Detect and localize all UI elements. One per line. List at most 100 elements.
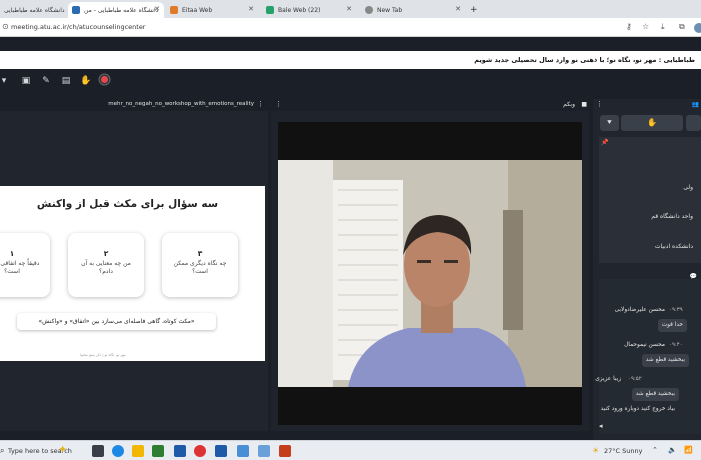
download-icon[interactable]: ⤓	[661, 22, 665, 32]
task-view-icon[interactable]	[92, 445, 104, 457]
browser-tab-4[interactable]: Bale Web (22) ✕	[262, 2, 356, 18]
card-number: ۲	[103, 249, 109, 258]
list-item: واحد دانشگاه قم	[651, 213, 693, 220]
card-number: ۳	[197, 249, 203, 258]
banner-text: طباطبایی : مهر نو، نگاه نو؛ با ذهنی نو و…	[474, 56, 695, 64]
app-header	[0, 37, 701, 51]
app-icon[interactable]	[237, 445, 249, 457]
browser-tab-2[interactable]: دانشگاه علامه طباطبایی - من ✕	[68, 2, 164, 18]
network-icon[interactable]: 📶	[684, 446, 693, 454]
message-sender: زیبا عزیزی	[595, 376, 621, 382]
tab-label: New Tab	[377, 6, 403, 14]
extensions-icon[interactable]: ⧉	[679, 22, 685, 32]
pin-icon[interactable]: 📌	[601, 139, 608, 146]
slide-card-1: ۱ دقیقاً چه اتفاقی افتاده است؟	[0, 233, 50, 297]
presentation-title: mehr_no_negah_no_workshop_with_emotions_…	[108, 101, 254, 107]
address-bar: ⊙ meeting.atu.ac.ir/ch/atucounselingcent…	[0, 18, 701, 37]
star-icon[interactable]: ☆	[642, 22, 649, 31]
webcam-video	[278, 122, 582, 425]
weather-temp: 27°C	[604, 447, 621, 455]
browser-tab-5[interactable]: New Tab ✕	[361, 2, 465, 18]
file-explorer-icon[interactable]	[132, 445, 144, 457]
tab-label: Eitaa Web	[182, 6, 213, 14]
close-tab-icon[interactable]: ✕	[248, 5, 254, 13]
speaker-icon[interactable]: 🔈	[668, 446, 677, 454]
edge-icon[interactable]	[112, 445, 124, 457]
tab-label: Bale Web (22)	[278, 6, 321, 14]
hand-icon[interactable]: ✋	[80, 75, 92, 87]
message-bubble: ببخشید قطع شد	[631, 388, 679, 401]
webcam-title-bar: ⋮ وبکم ■	[271, 99, 589, 111]
camera-icon: ■	[581, 101, 587, 108]
browser-tab-3[interactable]: Eitaa Web ✕	[166, 2, 258, 18]
url-field[interactable]: meeting.atu.ac.ir/ch/atucounselingcenter	[11, 23, 146, 31]
message-time: ۰۹:۴۰	[669, 342, 683, 348]
message-sender: محسن نیموحمال	[624, 342, 665, 348]
chrome-icon[interactable]	[194, 445, 206, 457]
profile-avatar[interactable]	[694, 23, 701, 33]
slide-quote: «مکث کوتاه، گاهی فاصله‌ای می‌سازد بین «ا…	[17, 313, 216, 330]
menu-caret-icon[interactable]: ▾	[0, 75, 10, 87]
pen-icon[interactable]: ✎	[40, 75, 52, 87]
webcam-panel	[271, 111, 589, 431]
browser-tab-bar: دانشگاه علامه طباطبایی دانشگاه علامه طبا…	[0, 0, 701, 18]
participant-list: 📌 ولی واحد دانشگاه قم دانشکده ادبیات	[599, 137, 701, 263]
message-time: ۰۹:۵۲	[628, 376, 642, 382]
site-info-icon[interactable]: ⊙	[2, 22, 9, 31]
browser-tab-1[interactable]: دانشگاه علامه طباطبایی	[0, 2, 66, 18]
announcement-banner: طباطبایی : مهر نو، نگاه نو؛ با ذهنی نو و…	[0, 51, 701, 69]
webcam-video-frame	[278, 160, 582, 387]
search-icon: ⌕	[0, 446, 5, 455]
card-text: من چه معنایی به آن دادم؟	[81, 260, 131, 275]
list-item: دانشکده ادبیات	[654, 243, 693, 250]
eitaa-icon	[170, 6, 178, 14]
windows-taskbar: ⌕ Type here to search ✦ ☀ 27°C Sunny ⌃ 🔈…	[0, 440, 701, 460]
record-icon[interactable]	[98, 75, 110, 87]
app-icon[interactable]	[258, 445, 270, 457]
slide-card-2: ۲ من چه معنایی به آن دادم؟	[68, 233, 144, 297]
search-highlight-icon[interactable]: ✦	[58, 443, 67, 456]
globe-icon	[365, 6, 373, 14]
slide-footnote: مهر نو، نگاه نو | ذکر منبع محتوا	[80, 353, 126, 357]
chevron-left-icon[interactable]: ◂	[599, 422, 603, 430]
close-tab-icon[interactable]: ✕	[455, 5, 461, 13]
tab-label: دانشگاه علامه طباطبایی	[4, 6, 65, 14]
university-logo-icon	[72, 6, 80, 14]
weather-text: Sunny	[622, 447, 643, 455]
presentation-slide: سه سؤال برای مکث قبل از واکنش ۳ چه نگاه …	[0, 186, 265, 361]
webcam-title: وبکم	[563, 101, 575, 108]
close-tab-icon[interactable]: ✕	[346, 5, 352, 13]
presentation-panel: سه سؤال برای مکث قبل از واکنش ۳ چه نگاه …	[0, 111, 268, 431]
powerpoint-icon[interactable]	[279, 445, 291, 457]
presentation-title-bar: mehr_no_negah_no_workshop_with_emotions_…	[0, 99, 268, 111]
users-icon: 👥	[691, 101, 699, 108]
message-bubble: خدا قوت	[657, 319, 687, 332]
close-tab-icon[interactable]: ✕	[154, 5, 160, 13]
new-tab-button[interactable]: +	[466, 2, 478, 18]
card-text: چه نگاه دیگری ممکن است؟	[173, 260, 227, 275]
filter-button[interactable]: ⯆	[600, 115, 619, 131]
bale-icon	[266, 6, 274, 14]
more-options-icon[interactable]: ⋮	[596, 100, 603, 108]
screen-share-icon[interactable]: ▣	[20, 75, 32, 87]
raise-hand-button[interactable]: ✋	[621, 115, 683, 131]
store-icon[interactable]	[152, 445, 164, 457]
more-options-icon[interactable]: ⋮	[275, 100, 282, 108]
list-item: ولی	[683, 184, 693, 191]
more-options-icon[interactable]: ⋮	[257, 100, 264, 108]
key-icon[interactable]: ⚷	[626, 22, 632, 31]
word-doc-icon[interactable]	[215, 445, 227, 457]
document-icon[interactable]: ▤	[60, 75, 72, 87]
message-sender: محسن علیرضادولابی	[614, 307, 665, 313]
tray-icon[interactable]: ⌃	[652, 446, 658, 454]
right-side-panel: 👥 ⋮ ⯆ ✋ 📌 ولی واحد دانشگاه قم دانشکده اد…	[593, 99, 701, 440]
card-number: ۱	[9, 249, 15, 258]
slide-heading: سه سؤال برای مکث قبل از واکنش	[36, 198, 219, 210]
word-icon[interactable]	[174, 445, 186, 457]
tab-label: دانشگاه علامه طباطبایی - من	[84, 6, 159, 14]
panel-tab-button[interactable]	[686, 115, 701, 131]
weather-widget[interactable]: 27°C Sunny	[604, 447, 642, 455]
chat-panel: ۰۹:۳۹ محسن علیرضادولابی خدا قوت ۰۹:۴۰ مح…	[595, 279, 701, 434]
message-bubble: ببخشید قطع شد	[641, 354, 689, 367]
card-text: دقیقاً چه اتفاقی افتاده است؟	[0, 260, 40, 275]
